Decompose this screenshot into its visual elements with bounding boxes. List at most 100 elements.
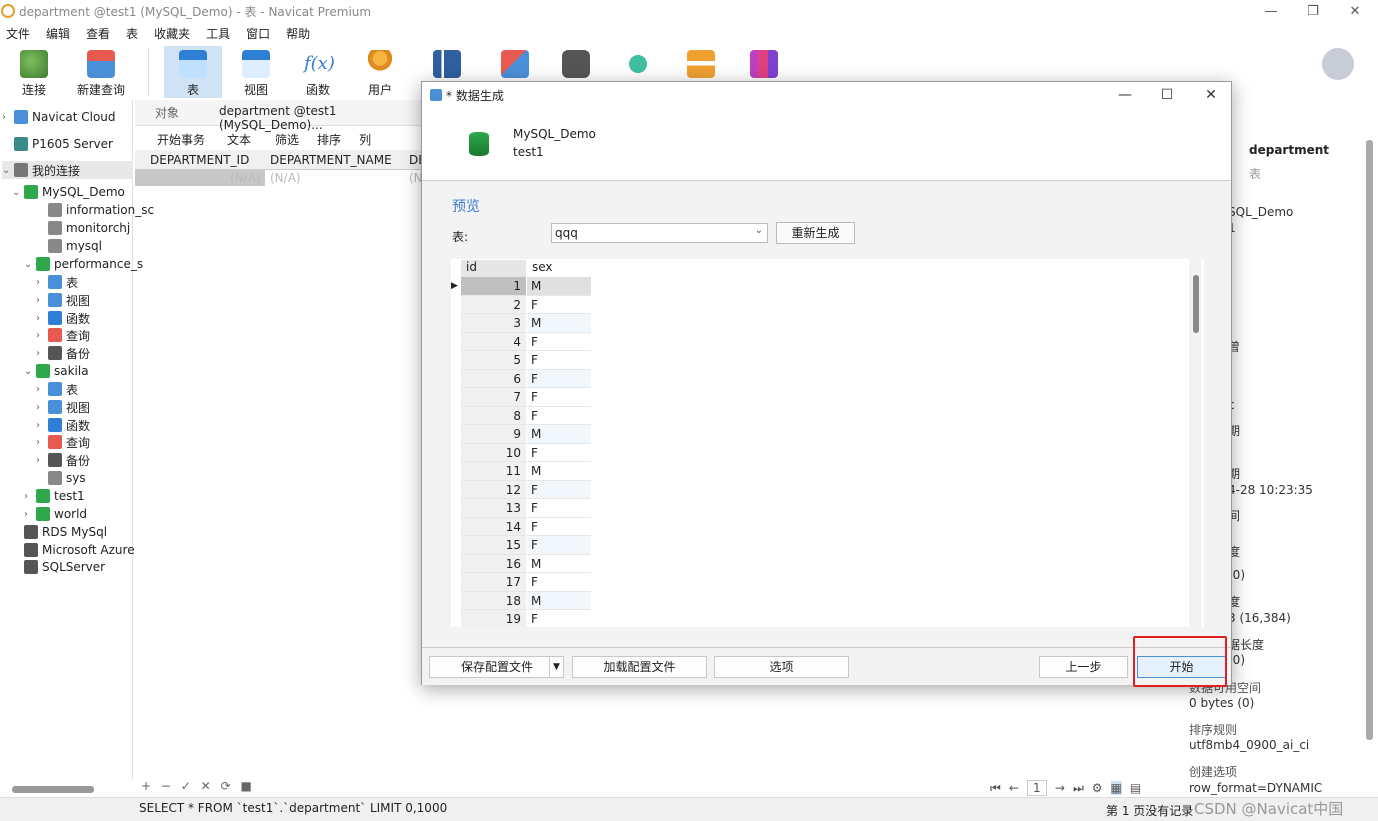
cell-id[interactable]: 7	[461, 388, 526, 407]
preview-row[interactable]: 10 F	[451, 443, 591, 462]
regenerate-button[interactable]: 重新生成	[776, 222, 855, 244]
text-button[interactable]: 文本	[227, 131, 251, 148]
chevron-right-icon[interactable]: ›	[36, 277, 46, 288]
toolbar-connect-button[interactable]: 连接	[5, 46, 63, 98]
nav-item--[interactable]: › 表	[36, 380, 78, 398]
discard-icon[interactable]: ✕	[201, 779, 211, 793]
minimize-button[interactable]: —	[1248, 0, 1294, 22]
cell-id[interactable]: 1	[461, 277, 526, 296]
preview-row[interactable]: 14 F	[451, 517, 591, 536]
nav-item--[interactable]: › 表	[36, 273, 78, 291]
form-view-icon[interactable]: ▤	[1130, 781, 1141, 795]
cell-sex[interactable]: M	[527, 462, 591, 481]
toolbar-function-button[interactable]: f(x) 函数	[289, 46, 347, 98]
preview-row[interactable]: ▶ 1 M	[451, 277, 591, 296]
cell-sex[interactable]: F	[527, 388, 591, 407]
maximize-button[interactable]: ❐	[1290, 0, 1336, 22]
cell-sex[interactable]: F	[527, 480, 591, 499]
cell-id[interactable]: 9	[461, 425, 526, 444]
save-config-dropdown[interactable]: ▼	[549, 656, 564, 678]
last-page-icon[interactable]: ⏭	[1073, 781, 1084, 796]
menu-help[interactable]: 帮助	[280, 25, 320, 42]
cell-sex[interactable]: F	[527, 351, 591, 370]
chevron-right-icon[interactable]: ›	[36, 455, 46, 466]
chevron-right-icon[interactable]: ›	[36, 295, 46, 306]
preview-row[interactable]: 11 M	[451, 462, 591, 481]
info-scrollbar[interactable]	[1366, 140, 1373, 740]
chevron-right-icon[interactable]: ›	[24, 509, 34, 520]
nav-item--[interactable]: › 备份	[36, 451, 90, 469]
cell-id[interactable]: 14	[461, 517, 526, 536]
menu-edit[interactable]: 编辑	[40, 25, 80, 42]
cell-sex[interactable]: F	[527, 573, 591, 592]
table-select[interactable]: qqq ⌄	[551, 223, 768, 243]
tab-objects[interactable]: 对象	[155, 104, 179, 121]
nav-item--[interactable]: › 查询	[36, 326, 90, 344]
menu-table[interactable]: 表	[120, 25, 148, 42]
cell-sex[interactable]: F	[527, 296, 591, 314]
first-page-icon[interactable]: ⏮	[990, 781, 1001, 796]
prev-page-icon[interactable]: ←	[1009, 781, 1019, 795]
add-record-icon[interactable]: +	[141, 779, 151, 793]
page-number-input[interactable]: 1	[1026, 780, 1047, 796]
chevron-right-icon[interactable]: ›	[36, 402, 46, 413]
cell-id[interactable]: 6	[461, 369, 526, 388]
cell-id[interactable]: 11	[461, 462, 526, 481]
column-header-sex[interactable]: sex	[527, 260, 591, 277]
preview-row[interactable]: 7F	[451, 388, 591, 407]
chevron-down-icon[interactable]: ⌄	[2, 165, 12, 176]
nav-item-test1[interactable]: › test1	[24, 487, 85, 505]
preview-row[interactable]: 13 F	[451, 499, 591, 518]
nav-item-mysql-demo[interactable]: ⌄ MySQL_Demo	[12, 183, 125, 201]
cell[interactable]: (N/A)	[230, 171, 261, 185]
nav-item-sakila[interactable]: ⌄ sakila	[24, 362, 89, 380]
chevron-right-icon[interactable]: ›	[36, 437, 46, 448]
cell-sex[interactable]: F	[527, 407, 591, 425]
preview-row[interactable]: 4F	[451, 332, 591, 351]
cell-id[interactable]: 12	[461, 480, 526, 499]
nav-item--[interactable]: › 视图	[36, 291, 90, 309]
cell-id[interactable]: 16	[461, 554, 526, 573]
cell-id[interactable]: 10	[461, 443, 526, 462]
chevron-right-icon[interactable]: ›	[36, 313, 46, 324]
cell-sex[interactable]: M	[527, 555, 591, 573]
preview-row[interactable]: 6F	[451, 369, 591, 388]
cell-sex[interactable]: F	[527, 444, 591, 462]
cell-sex[interactable]: F	[527, 499, 591, 518]
nav-horizontal-scrollbar[interactable]	[12, 786, 94, 793]
preview-row[interactable]: 18 M	[451, 591, 591, 610]
cell-id[interactable]: 5	[461, 351, 526, 370]
cell[interactable]: (N/A)	[270, 171, 301, 185]
menu-view[interactable]: 查看	[80, 25, 120, 42]
cell-id[interactable]: 15	[461, 536, 526, 555]
cell-sex[interactable]: M	[527, 425, 591, 444]
close-button[interactable]: ✕	[1332, 0, 1378, 22]
nav-item-mysql[interactable]: mysql	[36, 237, 102, 255]
cell-sex[interactable]: M	[527, 591, 591, 610]
load-config-button[interactable]: 加载配置文件	[572, 656, 707, 678]
table-row[interactable]: (N/A) (N/A) (N	[135, 170, 425, 187]
stop-icon[interactable]: ■	[240, 779, 251, 793]
nav-item--[interactable]: › 函数	[36, 416, 90, 434]
nav-item--[interactable]: ⌄ 我的连接	[2, 161, 133, 179]
cell-id[interactable]: 8	[461, 406, 526, 425]
apply-icon[interactable]: ✓	[181, 779, 191, 793]
scrollbar-thumb[interactable]	[1193, 275, 1199, 333]
nav-item-rds-mysql[interactable]: RDS MySql	[12, 523, 107, 541]
chevron-down-icon[interactable]: ⌄	[24, 259, 34, 270]
chevron-down-icon[interactable]: ⌄	[12, 187, 22, 198]
cell-id[interactable]: 13	[461, 499, 526, 518]
avatar[interactable]	[1322, 48, 1354, 80]
chevron-right-icon[interactable]: ›	[36, 420, 46, 431]
grid-view-icon[interactable]: ▦	[1110, 781, 1122, 795]
nav-item--[interactable]: › 函数	[36, 309, 90, 327]
preview-row[interactable]: 8F	[451, 406, 591, 425]
column-header[interactable]: DEPARTMENT_ID	[150, 153, 249, 167]
nav-item--[interactable]: › 视图	[36, 398, 90, 416]
preview-row[interactable]: 5F	[451, 351, 591, 370]
cell-id[interactable]: 17	[461, 573, 526, 592]
column-header-id[interactable]: id	[461, 260, 526, 277]
menu-favorites[interactable]: 收藏夹	[148, 25, 200, 42]
save-config-button[interactable]: 保存配置文件	[429, 656, 564, 678]
refresh-icon[interactable]: ⟳	[221, 779, 231, 793]
